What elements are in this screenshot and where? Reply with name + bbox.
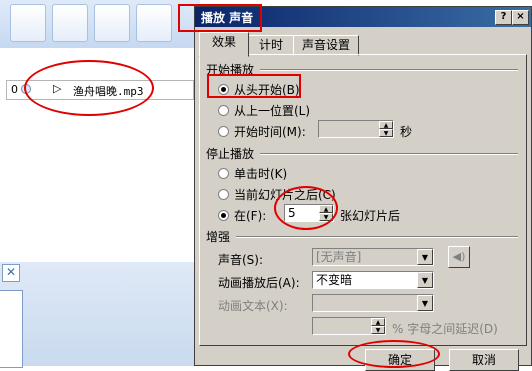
play-icon: ▷ [53, 82, 62, 95]
animate-text-select[interactable] [312, 294, 434, 312]
close-pane-icon[interactable]: ✕ [2, 264, 20, 282]
ribbon-button[interactable] [10, 4, 46, 42]
from-last-position-label: 从上一位置(L) [234, 104, 311, 118]
radio-after-slides[interactable] [218, 210, 229, 221]
after-animation-label: 动画播放后(A): [218, 276, 300, 290]
animation-order-number: 0 [11, 83, 18, 96]
tab-timing[interactable]: 计时 [247, 35, 295, 56]
radio-on-click[interactable] [218, 168, 229, 179]
divider [236, 236, 518, 238]
animation-item-filename: 渔舟唱晚.mp3 [73, 85, 144, 98]
start-time-label: 开始时间(M): [234, 125, 306, 139]
spin-up-icon[interactable]: ▲ [379, 121, 393, 129]
ribbon-button[interactable] [136, 4, 172, 42]
volume-icon[interactable]: ◀) [448, 246, 470, 268]
slides-suffix-label: 张幻灯片后 [340, 209, 401, 223]
radio-after-current-slide[interactable] [218, 189, 229, 200]
chevron-down-icon[interactable]: ▼ [417, 272, 433, 288]
ok-button[interactable]: 确定 [365, 349, 435, 371]
start-group-label: 开始播放 [206, 63, 255, 77]
spin-down-icon[interactable]: ▼ [319, 213, 333, 221]
clock-icon [21, 84, 31, 94]
after-slides-label: 在(F): [234, 209, 267, 223]
dialog-titlebar[interactable]: 播放 声音 ? × [195, 7, 531, 27]
animation-list-item[interactable]: 0 ▷ 渔舟唱晚.mp3 [6, 80, 194, 100]
after-animation-select[interactable]: 不变暗 [312, 271, 434, 289]
help-button[interactable]: ? [495, 10, 512, 25]
chevron-down-icon[interactable]: ▼ [417, 249, 433, 265]
sound-label: 声音(S): [218, 253, 264, 267]
letter-delay-label: % 字母之间延迟(D) [392, 322, 498, 336]
sound-select[interactable]: [无声音] [312, 248, 434, 266]
dialog-title: 播放 声音 [201, 11, 254, 25]
spin-down-icon[interactable]: ▼ [371, 326, 385, 334]
play-sound-dialog: 播放 声音 ? × 效果 计时 声音设置 开始播放 从头开始(B) 从上一位置(… [194, 6, 532, 371]
tab-effect[interactable]: 效果 [199, 32, 249, 57]
slide-thumbnail[interactable] [0, 290, 23, 368]
spin-up-icon[interactable]: ▲ [371, 318, 385, 326]
ribbon-button[interactable] [94, 4, 130, 42]
chevron-down-icon[interactable]: ▼ [417, 295, 433, 311]
close-button[interactable]: × [512, 10, 529, 25]
cancel-button[interactable]: 取消 [449, 349, 519, 371]
after-current-slide-label: 当前幻灯片之后(C) [234, 188, 336, 202]
spin-down-icon[interactable]: ▼ [379, 129, 393, 137]
tab-sound-settings[interactable]: 声音设置 [293, 35, 359, 56]
radio-from-beginning[interactable] [218, 84, 229, 95]
letter-delay-spinner[interactable]: ▲ ▼ [371, 318, 385, 334]
radio-start-time[interactable] [218, 126, 229, 137]
seconds-unit: 秒 [400, 125, 413, 139]
start-time-spinner[interactable]: ▲ ▼ [379, 121, 393, 137]
from-beginning-label: 从头开始(B) [234, 83, 300, 97]
spin-up-icon[interactable]: ▲ [319, 205, 333, 213]
ribbon-button[interactable] [52, 4, 88, 42]
enhance-group-label: 增强 [206, 230, 231, 244]
effect-panel: 开始播放 从头开始(B) 从上一位置(L) 开始时间(M): ▲ ▼ 秒 停止播… [199, 54, 527, 346]
stop-group-label: 停止播放 [206, 147, 255, 161]
animate-text-label: 动画文本(X): [218, 299, 288, 313]
on-click-label: 单击时(K) [234, 167, 288, 181]
slides-pane [0, 262, 200, 366]
divider [260, 153, 518, 155]
ribbon [0, 0, 200, 49]
slides-count-spinner[interactable]: ▲ ▼ [319, 205, 333, 221]
radio-from-last-position[interactable] [218, 105, 229, 116]
divider [260, 69, 518, 71]
